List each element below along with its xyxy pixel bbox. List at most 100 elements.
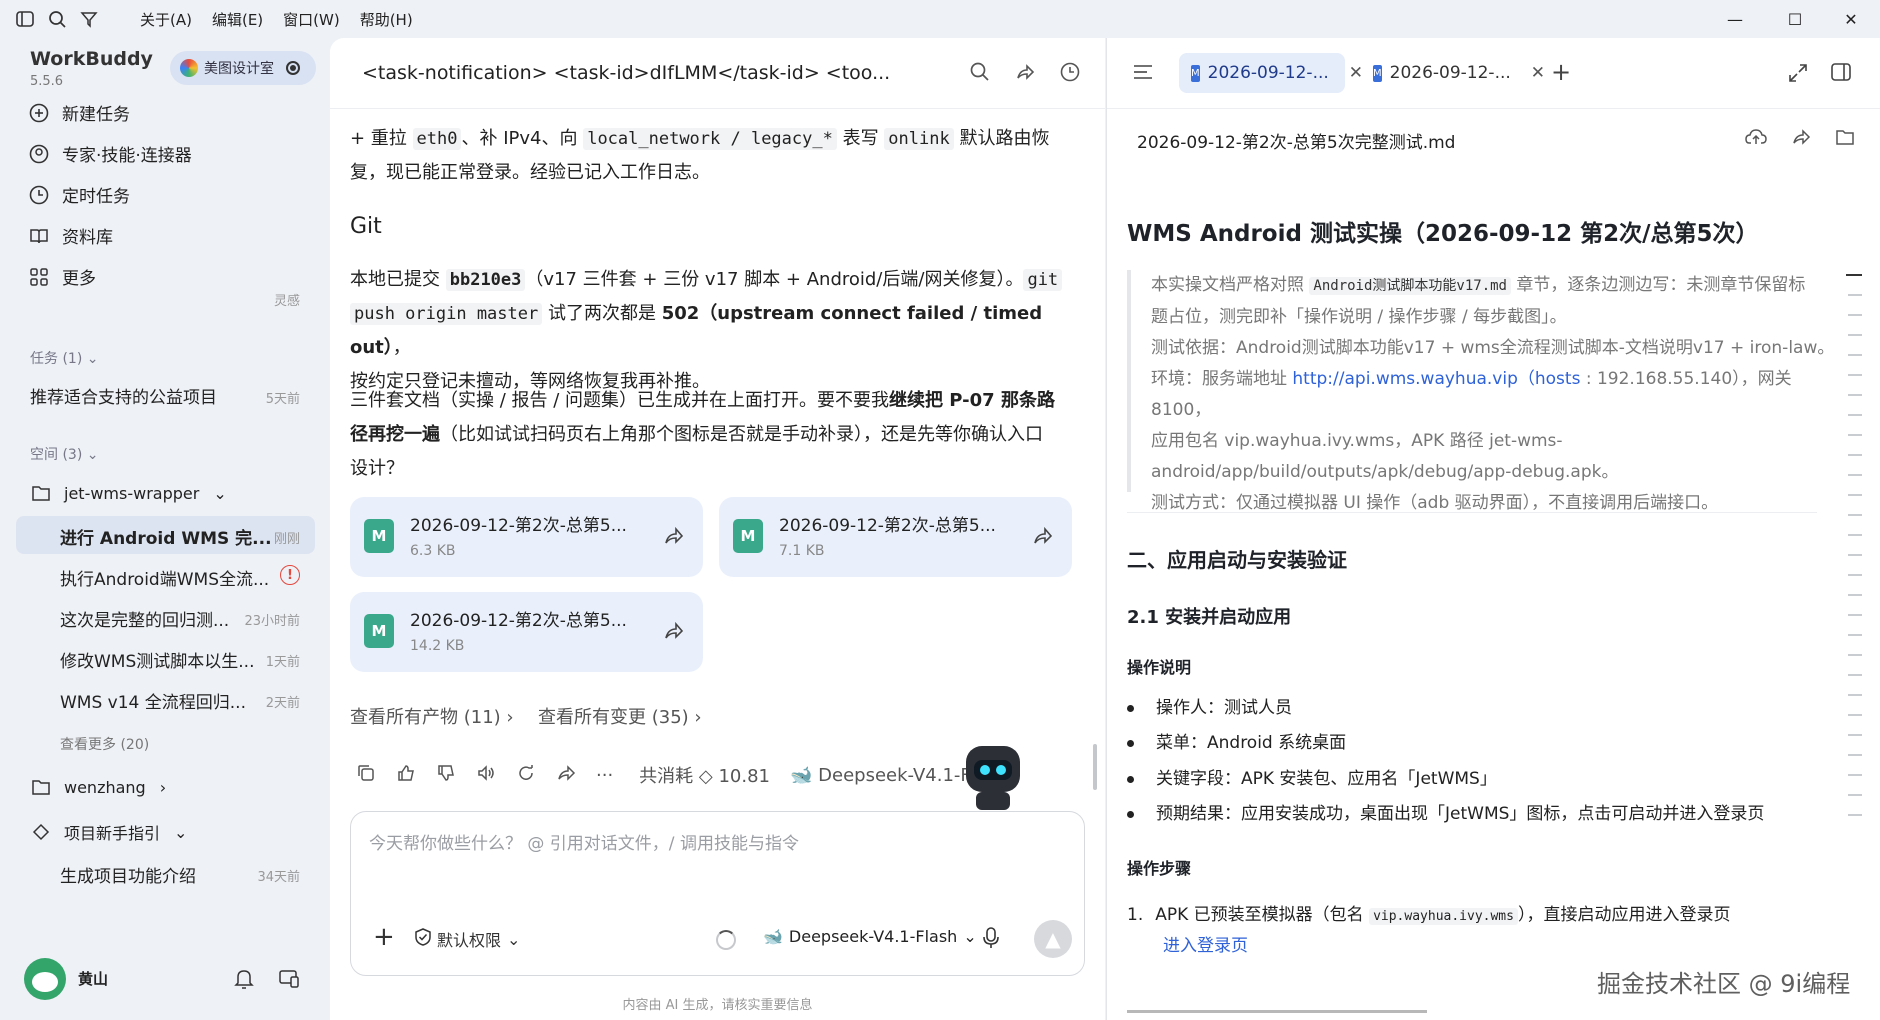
share-icon[interactable]: [663, 525, 685, 547]
error-icon: !: [280, 565, 300, 585]
session-item[interactable]: 生成项目功能介绍: [60, 862, 196, 887]
search-icon[interactable]: [970, 62, 990, 86]
link-label: 查看所有变更 (35): [538, 707, 689, 728]
sidebar-toggle-icon[interactable]: [14, 8, 36, 30]
bullet-item: 菜单：Android 系统桌面: [1127, 728, 1346, 753]
chat-input-box[interactable]: 今天帮你做些什么？ @ 引用对话文件，/ 调用技能与指令 + 默认权限 ⌄ 🐋 …: [350, 811, 1085, 976]
thumbs-down-icon[interactable]: [436, 763, 456, 787]
session-item-active[interactable]: 进行 Android WMS 完...: [60, 524, 272, 549]
bullet-item: 关键字段：APK 安装包、应用名「JetWMS」: [1127, 764, 1497, 789]
bullet-item: 预期结果：应用安装成功，桌面出现「JetWMS」图标，点击可启动并进入登录页: [1127, 799, 1764, 824]
api-link[interactable]: http://api.wms.wayhua.vip（hosts: [1292, 369, 1580, 389]
model-selector[interactable]: 🐋 Deepseek-V4.1-Flash ⌄: [763, 927, 977, 946]
filter-icon[interactable]: [78, 8, 100, 30]
header-divider: [330, 108, 1105, 109]
text: 预期结果：应用安装成功，桌面出现「JetWMS」图标，点击可启动并进入登录页: [1156, 804, 1765, 824]
chat-input[interactable]: 今天帮你做些什么？ @ 引用对话文件，/ 调用技能与指令: [369, 829, 799, 854]
minimize-button[interactable]: —: [1707, 0, 1763, 38]
file-card[interactable]: M 2026-09-12-第2次-总第5... 7.1 KB: [719, 497, 1072, 577]
menu-about[interactable]: 关于(A): [140, 9, 212, 30]
chevron-right-icon: ›: [506, 707, 514, 728]
session-item[interactable]: 这次是完整的回归测...: [60, 606, 229, 631]
share-icon[interactable]: [556, 763, 576, 787]
nav-more[interactable]: 更多: [28, 264, 96, 289]
send-button[interactable]: ▲: [1034, 920, 1072, 958]
folder-icon: [30, 482, 52, 504]
microphone-icon[interactable]: [983, 927, 999, 953]
upload-icon[interactable]: [1745, 127, 1767, 151]
code: push origin master: [350, 303, 543, 325]
quote-line: 题占位，测完即补「操作说明 / 操作步骤 / 每步截图」。: [1151, 307, 1567, 327]
doc-divider: [1127, 512, 1817, 513]
text: 菜单：Android 系统桌面: [1156, 733, 1347, 753]
toc-mark: [1848, 534, 1862, 536]
panel-toggle-icon[interactable]: [1831, 63, 1851, 85]
task-item[interactable]: 推荐适合支持的公益项目: [30, 383, 217, 408]
share-icon[interactable]: [1015, 62, 1035, 86]
nav-label: 更多: [62, 269, 96, 289]
speaker-icon[interactable]: [476, 763, 496, 787]
folder-icon[interactable]: [1835, 128, 1855, 150]
code: local_network / legacy_*: [583, 128, 837, 150]
permission-label: 默认权限: [437, 931, 502, 950]
team-switcher[interactable]: 美图设计室: [170, 51, 316, 85]
close-tab-icon[interactable]: ✕: [1531, 63, 1545, 83]
nav-label: 定时任务: [62, 187, 130, 207]
space-guide[interactable]: 项目新手指引 ⌄: [30, 820, 187, 844]
avatar[interactable]: [24, 958, 66, 1000]
toc-mark: [1848, 694, 1862, 696]
permission-selector[interactable]: 默认权限 ⌄: [415, 927, 520, 951]
add-attachment-button[interactable]: +: [373, 922, 395, 952]
nav-new-task[interactable]: 新建任务: [28, 100, 130, 125]
chevron-right-icon: ›: [694, 707, 702, 728]
see-more-link[interactable]: 查看更多 (20): [60, 734, 149, 754]
toc-minimap[interactable]: [1846, 188, 1880, 988]
nav-library[interactable]: 资料库: [28, 223, 113, 248]
new-tab-button[interactable]: +: [1551, 58, 1571, 86]
share-icon[interactable]: [663, 620, 685, 642]
nav-experts[interactable]: 专家·技能·连接器: [28, 141, 192, 166]
token-consumption: 共消耗 ◇ 10.81: [639, 766, 770, 787]
file-card[interactable]: M 2026-09-12-第2次-总第5... 6.3 KB: [350, 497, 703, 577]
all-artifacts-link[interactable]: 查看所有产物 (11) ›: [350, 703, 514, 729]
thumbs-up-icon[interactable]: [396, 763, 416, 787]
menu-help[interactable]: 帮助(H): [360, 9, 433, 30]
more-icon[interactable]: ···: [596, 765, 613, 786]
maximize-button[interactable]: ☐: [1767, 0, 1823, 38]
file-card[interactable]: M 2026-09-12-第2次-总第5... 14.2 KB: [350, 592, 703, 672]
text: 章节，逐条边测边写：未测章节保留标: [1510, 275, 1806, 295]
tasks-section-header[interactable]: 任务 (1) ⌄: [30, 348, 98, 368]
share-icon[interactable]: [1791, 127, 1811, 151]
expand-icon[interactable]: [1789, 64, 1807, 86]
section-label: 任务 (1): [30, 351, 83, 367]
outline-icon[interactable]: [1133, 64, 1153, 84]
share-icon[interactable]: [1032, 525, 1054, 547]
step-link[interactable]: 进入登录页: [1163, 931, 1248, 956]
search-icon[interactable]: [46, 8, 68, 30]
doc-tab[interactable]: M 2026-09-12-... ✕: [1361, 53, 1545, 93]
refresh-icon[interactable]: [516, 763, 536, 787]
bell-icon[interactable]: [234, 968, 254, 994]
session-item[interactable]: 修改WMS测试脚本以生...: [60, 647, 254, 672]
toc-mark: [1848, 474, 1862, 476]
space-jet-wms-wrapper[interactable]: jet-wms-wrapper ⌄: [30, 482, 227, 504]
devices-icon[interactable]: [278, 968, 300, 994]
tabs-divider: [1107, 108, 1880, 109]
scrollbar[interactable]: [1093, 744, 1097, 790]
toc-mark: [1848, 794, 1862, 796]
space-wenzhang[interactable]: wenzhang ›: [30, 776, 166, 798]
spaces-section-header[interactable]: 空间 (3) ⌄: [30, 444, 98, 464]
session-item[interactable]: WMS v14 全流程回归...: [60, 688, 246, 713]
menu-edit[interactable]: 编辑(E): [212, 9, 283, 30]
history-icon[interactable]: [1060, 62, 1080, 86]
close-window-button[interactable]: ✕: [1823, 0, 1879, 38]
menu-window[interactable]: 窗口(W): [283, 9, 360, 30]
doc-tab-active[interactable]: M 2026-09-12-... ✕: [1179, 53, 1363, 93]
all-changes-link[interactable]: 查看所有变更 (35) ›: [538, 703, 702, 729]
nav-scheduled[interactable]: 定时任务: [28, 182, 130, 207]
toc-mark: [1848, 454, 1862, 456]
session-item[interactable]: 执行Android端WMS全流...: [60, 565, 269, 590]
copy-icon[interactable]: [356, 763, 376, 787]
text: 表写: [836, 128, 885, 149]
tab-label: 2026-09-12-...: [1389, 63, 1511, 83]
